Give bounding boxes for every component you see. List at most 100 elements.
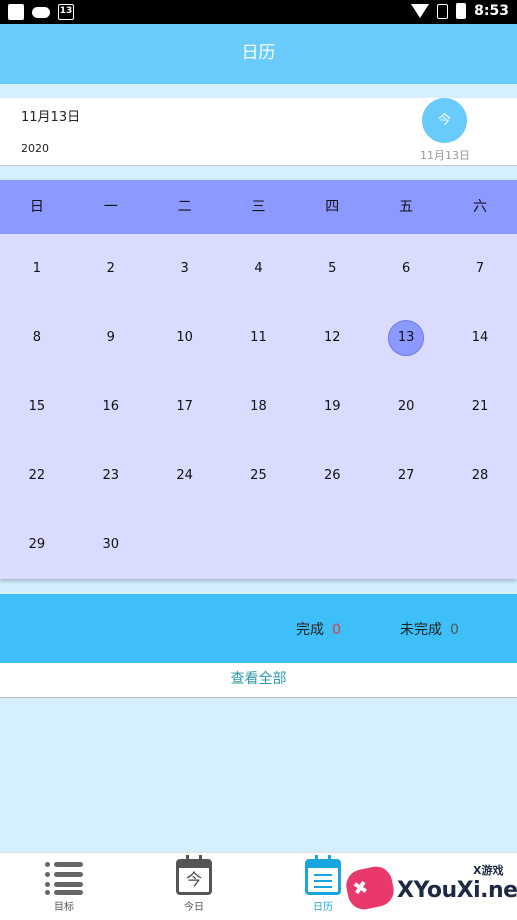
day-number: 24	[176, 467, 193, 483]
day-cell[interactable]: 25	[222, 441, 296, 510]
calendar-today-icon: 今	[176, 855, 212, 895]
day-cell[interactable]: 5	[295, 234, 369, 303]
day-number: 9	[106, 329, 115, 345]
day-cell[interactable]: 24	[148, 441, 222, 510]
day-grid: 1 2 3 4 5 6 7 8 9 10 11 12 13 14 15 16 1…	[0, 234, 517, 579]
day-number: 3	[180, 260, 189, 276]
day-cell-selected[interactable]: 13	[369, 303, 443, 372]
day-number: 17	[176, 398, 193, 414]
day-cell[interactable]: 15	[0, 372, 74, 441]
selected-date-bar: 11月13日 2020 今 11月13日	[0, 98, 517, 166]
wifi-icon	[411, 4, 430, 18]
day-cell[interactable]: 29	[0, 510, 74, 579]
undone-count: 0	[450, 622, 459, 638]
selected-year: 2020	[21, 142, 49, 155]
day-cell[interactable]: 30	[74, 510, 148, 579]
completion-status-band: 完成 0 未完成 0	[0, 594, 517, 663]
day-number: 23	[102, 467, 120, 483]
notification-square-icon	[8, 4, 24, 20]
day-cell[interactable]: 11	[222, 303, 296, 372]
day-cell[interactable]: 1	[0, 234, 74, 303]
day-cell[interactable]: 27	[369, 441, 443, 510]
day-cell[interactable]: 9	[74, 303, 148, 372]
day-number: 15	[28, 398, 46, 414]
nav-item-today[interactable]: 今 今日	[164, 855, 224, 913]
selected-day-number: 13	[388, 319, 425, 356]
battery-icon	[456, 3, 467, 19]
day-number: 18	[250, 398, 267, 414]
day-number: 20	[397, 398, 415, 414]
day-number: 5	[328, 260, 337, 276]
day-number: 8	[32, 329, 42, 345]
calendar-grid: 日 一 二 三 四 五 六 1 2 3 4 5 6 7 8 9 10 11 12…	[0, 180, 517, 579]
site-watermark: X游戏 XYouXi.net	[343, 858, 517, 920]
undone-label: 未完成	[400, 622, 442, 638]
done-label: 完成	[296, 622, 324, 638]
day-number: 25	[250, 467, 267, 483]
day-number: 4	[254, 260, 263, 276]
day-cell[interactable]: 8	[0, 303, 74, 372]
calendar-today-icon-text: 今	[185, 870, 202, 889]
day-cell[interactable]: 17	[148, 372, 222, 441]
weekday-thu: 四	[325, 199, 340, 215]
weekday-header: 日 一 二 三 四 五 六	[0, 180, 517, 234]
nav-item-goals[interactable]: 目标	[34, 859, 94, 913]
day-cell[interactable]: 12	[295, 303, 369, 372]
day-number: 6	[402, 260, 411, 276]
day-cell[interactable]: 3	[148, 234, 222, 303]
weekday-wed: 三	[251, 199, 266, 215]
watermark-text: XYouXi.net	[397, 878, 517, 903]
day-cell[interactable]: 6	[369, 234, 443, 303]
day-number: 19	[324, 398, 341, 414]
nav-item-calendar[interactable]: 日历	[293, 855, 353, 913]
day-cell[interactable]: 23	[74, 441, 148, 510]
done-count: 0	[332, 622, 341, 638]
day-cell[interactable]: 16	[74, 372, 148, 441]
view-all-link[interactable]: 查看全部	[0, 663, 517, 698]
done-stat[interactable]: 完成 0	[296, 619, 341, 639]
day-number: 27	[397, 467, 415, 483]
day-number: 14	[471, 329, 489, 345]
day-cell[interactable]: 20	[369, 372, 443, 441]
no-sim-icon	[437, 3, 449, 19]
calendar-icon	[305, 855, 341, 895]
nav-label-calendar: 日历	[313, 902, 333, 913]
status-bar-right: 8:53	[411, 3, 509, 19]
day-cell[interactable]: 26	[295, 441, 369, 510]
day-number: 28	[471, 467, 489, 483]
nav-label-today: 今日	[184, 902, 204, 913]
calendar-status-icon: 13	[58, 4, 74, 20]
day-cell[interactable]: 10	[148, 303, 222, 372]
day-number: 29	[28, 536, 46, 552]
today-date-label: 11月13日	[420, 149, 470, 162]
day-number: 22	[28, 467, 46, 483]
status-bar-left-icons: 13	[8, 4, 74, 20]
day-cell[interactable]: 22	[0, 441, 74, 510]
day-number: 21	[471, 398, 489, 414]
day-cell[interactable]: 19	[295, 372, 369, 441]
day-number: 1	[32, 260, 42, 276]
day-number: 2	[106, 260, 115, 276]
page-title: 日历	[241, 43, 276, 63]
day-cell[interactable]: 4	[222, 234, 296, 303]
status-bar: 13 8:53	[0, 0, 517, 24]
app-title-bar: 日历	[0, 24, 517, 84]
day-cell[interactable]: 2	[74, 234, 148, 303]
weekday-fri: 五	[399, 199, 414, 215]
day-cell[interactable]: 21	[443, 372, 517, 441]
cloud-icon	[32, 6, 50, 18]
day-cell[interactable]: 7	[443, 234, 517, 303]
day-cell[interactable]: 18	[222, 372, 296, 441]
gamepad-logo-icon	[343, 863, 397, 913]
day-cell[interactable]: 28	[443, 441, 517, 510]
day-number: 12	[324, 329, 341, 345]
status-time: 8:53	[474, 3, 509, 19]
day-number: 7	[475, 260, 485, 276]
day-number: 26	[324, 467, 341, 483]
day-number: 10	[176, 329, 193, 345]
weekday-tue: 二	[177, 199, 192, 215]
day-number: 16	[102, 398, 120, 414]
undone-stat[interactable]: 未完成 0	[400, 619, 459, 639]
today-button[interactable]: 今	[422, 98, 467, 143]
day-cell[interactable]: 14	[443, 303, 517, 372]
